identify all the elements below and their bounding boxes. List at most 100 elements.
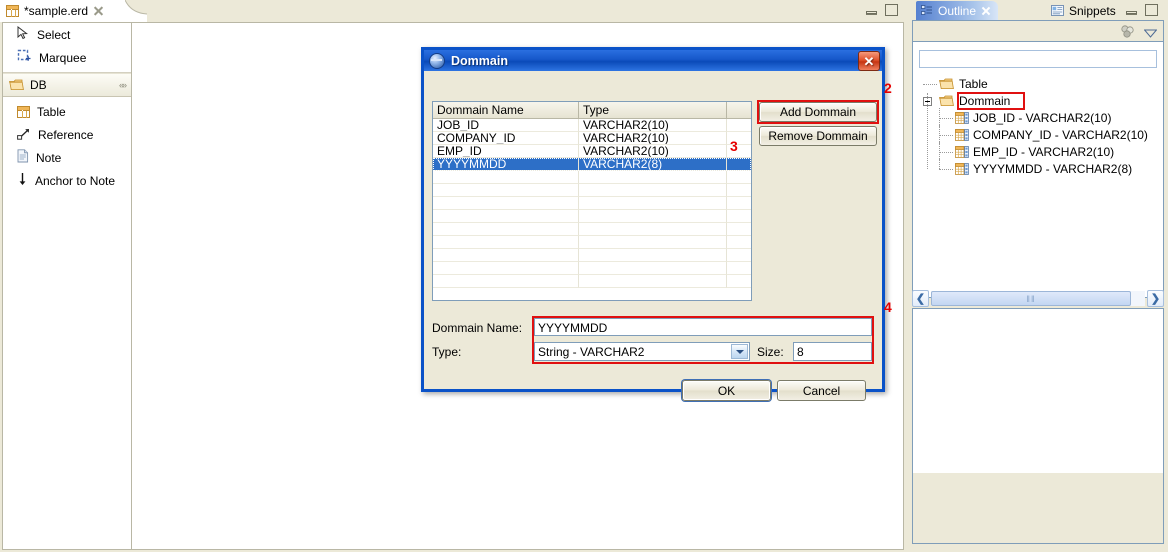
table-row-empty[interactable] <box>433 223 751 236</box>
domain-item-icon <box>955 129 969 144</box>
annotation-3: 3 <box>730 138 738 154</box>
cell-empty <box>433 223 579 236</box>
overlay-dots-icon[interactable] <box>1120 25 1136 38</box>
application-window: *sample.erd <box>0 0 1168 552</box>
view-menu-icon[interactable] <box>1144 27 1157 35</box>
cell-empty <box>727 197 751 210</box>
cell-empty <box>433 275 579 288</box>
close-icon[interactable] <box>981 6 991 16</box>
cell-empty <box>433 197 579 210</box>
palette-item-note[interactable]: Note <box>3 146 131 169</box>
table-row-empty[interactable] <box>433 197 751 210</box>
outline-lower-panel[interactable] <box>912 308 1164 544</box>
table-row-empty[interactable] <box>433 210 751 223</box>
dommain-table[interactable]: Dommain Name Type JOB_IDVARCHAR2(10)COMP… <box>432 101 752 301</box>
maximize-icon[interactable] <box>1145 4 1158 16</box>
minimize-icon[interactable] <box>1126 6 1137 15</box>
cell-empty <box>727 262 751 275</box>
close-icon[interactable] <box>93 6 104 17</box>
editor-tab-label: *sample.erd <box>24 4 88 18</box>
palette-item-anchor-to-note[interactable]: Anchor to Note <box>3 169 131 192</box>
tree-node-table[interactable]: Table <box>913 76 1163 93</box>
size-input[interactable] <box>793 342 872 361</box>
cell-empty <box>727 223 751 236</box>
type-label: Type: <box>432 345 461 359</box>
cell-empty <box>579 184 727 197</box>
palette-item-label: Table <box>37 105 66 119</box>
outline-horizontal-scrollbar[interactable]: ❮ ‖‖ ❯ <box>912 290 1164 307</box>
maximize-icon[interactable] <box>885 4 898 16</box>
table-row-empty[interactable] <box>433 184 751 197</box>
tab-outline[interactable]: Outline <box>916 1 998 20</box>
scrollbar-thumb[interactable]: ‖‖ <box>931 291 1131 306</box>
cell-spacer <box>727 158 751 171</box>
scrollbar-grip: ‖‖ <box>1026 294 1035 304</box>
cell-empty <box>727 184 751 197</box>
palette-tool-select[interactable]: Select <box>3 23 131 46</box>
tree-item-domain[interactable]: COMPANY_ID - VARCHAR2(10) <box>913 127 1163 144</box>
column-header-type[interactable]: Type <box>579 102 727 118</box>
scrollbar-track[interactable]: ‖‖ <box>931 291 1145 306</box>
column-header-spacer <box>727 102 751 118</box>
size-label: Size: <box>757 345 784 359</box>
palette-item-reference[interactable]: Reference <box>3 123 131 146</box>
column-header-name[interactable]: Dommain Name <box>433 102 579 118</box>
table-row[interactable]: EMP_IDVARCHAR2(10) <box>433 145 751 158</box>
tree-item-label: EMP_ID - VARCHAR2(10) <box>973 145 1114 159</box>
chevron-down-icon[interactable] <box>731 344 748 359</box>
double-chevron-icon[interactable]: «» <box>119 80 125 90</box>
cell-empty <box>579 197 727 210</box>
close-icon[interactable]: ✕ <box>858 51 880 71</box>
minimize-icon[interactable] <box>866 6 877 15</box>
table-row-empty[interactable] <box>433 171 751 184</box>
dommain-name-label: Dommain Name: <box>432 321 522 335</box>
tree-item-label: YYYYMMDD - VARCHAR2(8) <box>973 162 1132 176</box>
right-panel: Outline Snippets <box>908 0 1168 552</box>
editor-tab-sample-erd[interactable]: *sample.erd <box>0 0 127 22</box>
right-panel-window-buttons <box>1126 4 1158 16</box>
table-row-empty[interactable] <box>433 275 751 288</box>
scroll-right-button[interactable]: ❯ <box>1147 290 1164 307</box>
table-row-empty[interactable] <box>433 236 751 249</box>
scroll-left-button[interactable]: ❮ <box>912 290 929 307</box>
annotation-4: 4 <box>884 299 892 315</box>
folder-icon <box>939 95 954 110</box>
type-select[interactable]: String - VARCHAR2 <box>534 342 750 361</box>
tree-item-domain[interactable]: YYYYMMDD - VARCHAR2(8) <box>913 161 1163 178</box>
table-row-empty[interactable] <box>433 262 751 275</box>
dommain-name-input[interactable] <box>534 318 872 336</box>
dialog-title: Dommain <box>451 54 508 68</box>
type-select-value: String - VARCHAR2 <box>538 345 644 359</box>
cell-empty <box>727 236 751 249</box>
outline-icon <box>921 5 933 16</box>
outline-filter-input[interactable] <box>919 50 1157 68</box>
tree-children: JOB_ID - VARCHAR2(10)COMPANY_ID - VARCHA… <box>913 110 1163 178</box>
remove-dommain-button[interactable]: Remove Dommain <box>759 126 877 146</box>
palette-group-db[interactable]: DB «» <box>3 73 131 97</box>
cell-dommain-name: JOB_ID <box>433 119 579 132</box>
ok-button[interactable]: OK <box>682 380 771 401</box>
tree-item-domain[interactable]: JOB_ID - VARCHAR2(10) <box>913 110 1163 127</box>
table-row-empty[interactable] <box>433 249 751 262</box>
palette-item-table[interactable]: Table <box>3 100 131 123</box>
cell-empty <box>579 236 727 249</box>
snippets-icon <box>1051 5 1064 16</box>
dommain-dialog: Dommain ✕ Dommain Name Type JOB_IDVARCHA… <box>421 47 885 392</box>
tree-item-domain[interactable]: EMP_ID - VARCHAR2(10) <box>913 144 1163 161</box>
table-header-row: Dommain Name Type <box>433 102 751 119</box>
tree-node-label: Table <box>959 77 988 91</box>
tree-node-dommain[interactable]: Dommain <box>913 93 1163 110</box>
cell-type: VARCHAR2(10) <box>579 132 727 145</box>
dialog-titlebar[interactable]: Dommain ✕ <box>424 50 882 71</box>
palette-tool-marquee[interactable]: Marquee <box>3 46 131 69</box>
cancel-button[interactable]: Cancel <box>777 380 866 401</box>
add-dommain-button[interactable]: Add Dommain <box>759 102 877 122</box>
cell-empty <box>727 210 751 223</box>
table-row[interactable]: COMPANY_IDVARCHAR2(10) <box>433 132 751 145</box>
table-row[interactable]: YYYYMMDDVARCHAR2(8) <box>433 158 751 171</box>
palette-item-label: Note <box>36 151 61 165</box>
tab-snippets[interactable]: Snippets <box>1046 1 1123 20</box>
outline-tree-panel: Table Dommain JOB_ID - VARCHAR2(10)COMPA… <box>912 41 1164 298</box>
table-row[interactable]: JOB_IDVARCHAR2(10) <box>433 119 751 132</box>
palette-item-label: Reference <box>38 128 93 142</box>
